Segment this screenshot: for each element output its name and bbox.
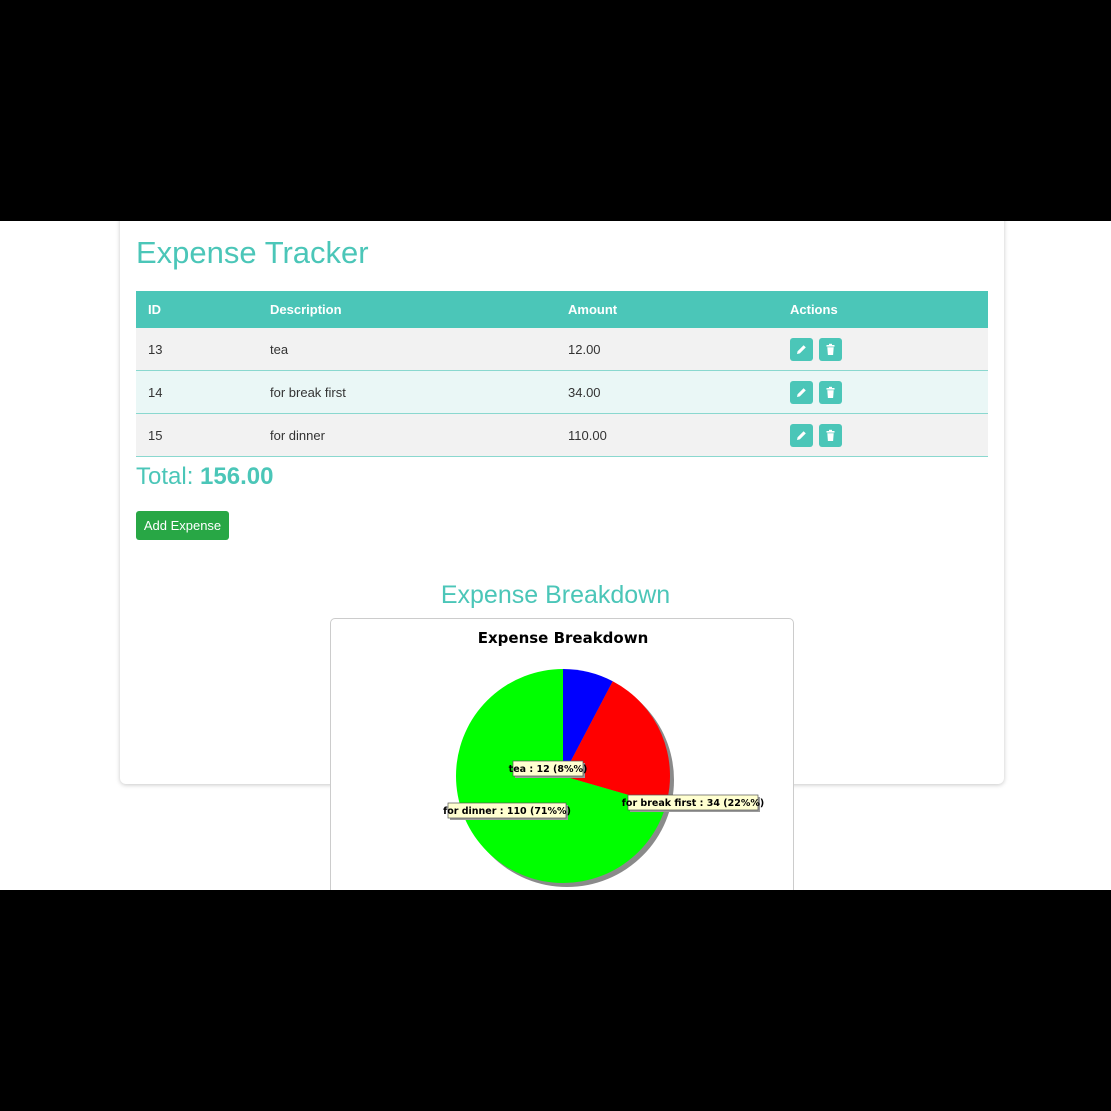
table-row: 14 for break first 34.00 bbox=[136, 370, 988, 414]
cell-amount: 34.00 bbox=[556, 370, 778, 414]
cell-amount: 110.00 bbox=[556, 413, 778, 457]
chart-container: Expense Breakdown tea : 12 (8%%) for break… bbox=[330, 618, 794, 890]
edit-button[interactable] bbox=[790, 423, 813, 447]
cell-description: tea bbox=[258, 328, 556, 371]
cell-amount: 12.00 bbox=[556, 328, 778, 371]
pie-chart: Expense Breakdown tea : 12 (8%%) for break… bbox=[443, 629, 764, 887]
trash-icon bbox=[826, 386, 835, 398]
edit-button[interactable] bbox=[790, 380, 813, 404]
delete-button[interactable] bbox=[819, 380, 842, 404]
cell-actions bbox=[778, 370, 988, 414]
delete-button[interactable] bbox=[819, 337, 842, 361]
header-amount: Amount bbox=[556, 291, 778, 328]
total-value: 156.00 bbox=[200, 463, 274, 490]
table-row: 13 tea 12.00 bbox=[136, 328, 988, 371]
cell-id: 14 bbox=[136, 370, 258, 414]
edit-button[interactable] bbox=[790, 337, 813, 361]
page-title: Expense Tracker bbox=[136, 235, 369, 270]
pie-label-text: for dinner : 110 (71%%) bbox=[443, 806, 571, 817]
pencil-icon bbox=[797, 344, 806, 354]
table-row: 15 for dinner 110.00 bbox=[136, 413, 988, 457]
trash-icon bbox=[826, 429, 835, 441]
chart-title: Expense Breakdown bbox=[478, 629, 649, 647]
cell-id: 13 bbox=[136, 328, 258, 371]
browser-viewport: Expense Tracker ID Description Amount Ac… bbox=[0, 221, 1111, 890]
add-expense-button[interactable]: Add Expense bbox=[136, 511, 229, 540]
total-display: Total: 156.00 bbox=[136, 463, 273, 491]
cell-actions bbox=[778, 413, 988, 457]
header-description: Description bbox=[258, 291, 556, 328]
breakdown-heading: Expense Breakdown bbox=[440, 581, 671, 609]
pie-label-text: tea : 12 (8%%) bbox=[509, 764, 588, 775]
pie-label: for break first : 34 (22%%) bbox=[622, 794, 764, 812]
pie-label-text: for break first : 34 (22%%) bbox=[622, 798, 764, 809]
delete-button[interactable] bbox=[819, 423, 842, 447]
trash-icon bbox=[826, 343, 835, 355]
pie-label: tea : 12 (8%%) bbox=[509, 760, 588, 778]
total-label: Total: bbox=[136, 463, 201, 490]
expense-table: ID Description Amount Actions 13 tea 12.… bbox=[136, 291, 988, 457]
header-id: ID bbox=[136, 291, 258, 328]
table-header-row: ID Description Amount Actions bbox=[136, 291, 988, 328]
cell-id: 15 bbox=[136, 413, 258, 457]
pencil-icon bbox=[797, 430, 806, 440]
pencil-icon bbox=[797, 387, 806, 397]
cell-description: for dinner bbox=[258, 413, 556, 457]
pie-label: for dinner : 110 (71%%) bbox=[443, 802, 571, 820]
header-actions: Actions bbox=[778, 291, 988, 328]
cell-actions bbox=[778, 328, 988, 371]
cell-description: for break first bbox=[258, 370, 556, 414]
